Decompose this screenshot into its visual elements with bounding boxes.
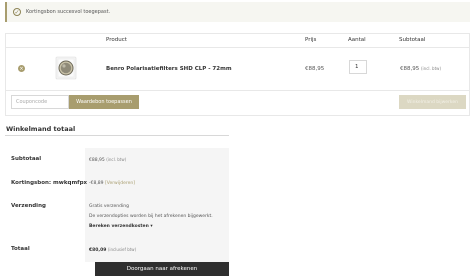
product-subtotal-note: (incl. btw) [421, 66, 441, 71]
apply-coupon-button[interactable]: Waardebon toepassen [69, 95, 139, 109]
shipping-free: Gratis verzending [89, 204, 129, 209]
total-label: Totaal [11, 246, 30, 252]
product-subtotal-value: €88,95 [400, 66, 420, 72]
header-price: Prijs [305, 37, 317, 43]
check-circle-icon: ✓ [13, 8, 21, 16]
success-notice: ✓ Kortingsbon succesvol toegepast. [5, 2, 470, 22]
checkout-button[interactable]: Doorgaan naar afrekenen [95, 262, 229, 276]
table-row: × Benro Polarisatiefilters SHD CLP - 72m… [6, 48, 469, 91]
total-value: €80,09 [89, 248, 107, 253]
subtotal-value: €88,95 [89, 158, 105, 163]
cart-totals: Subtotaal €88,95 (incl. btw) Kortingsbon… [5, 148, 229, 262]
total-value-cell: €80,09 (inclusief btw) [89, 247, 136, 253]
product-price: €88,95 [305, 66, 325, 72]
caret-down-icon: ▾ [150, 224, 153, 229]
subtotal-value-cell: €88,95 (incl. btw) [89, 157, 126, 163]
header-subtotal: Subtotaal [399, 37, 426, 43]
coupon-input[interactable]: Couponcode [11, 95, 69, 109]
shipping-label: Verzending [11, 203, 46, 209]
divider [5, 135, 229, 136]
header-quantity: Aantal [348, 37, 366, 43]
coupon-value: -€8,89 [89, 181, 104, 186]
product-subtotal: €88,95 (incl. btw) [400, 66, 441, 72]
remove-icon[interactable]: × [18, 65, 25, 72]
product-name[interactable]: Benro Polarisatiefilters SHD CLP - 72mm [106, 66, 232, 72]
update-cart-button[interactable]: Winkelmand bijwerken [399, 95, 466, 109]
cart-table-header: Product Prijs Aantal Subtotaal [6, 34, 469, 48]
calculate-shipping-label: Bereken verzendkosten [89, 224, 149, 229]
calculate-shipping-link[interactable]: Bereken verzendkosten ▾ [89, 224, 153, 229]
header-product: Product [106, 37, 127, 43]
subtotal-note: (incl. btw) [106, 157, 127, 162]
product-thumbnail[interactable] [51, 52, 81, 84]
cart-actions: Couponcode Waardebon toepassen Winkelman… [6, 90, 469, 116]
coupon-label: Kortingsbon: mwkqmfpx [11, 180, 88, 186]
shipping-note: De verzendopties worden bij het afrekene… [89, 214, 213, 219]
quantity-input[interactable]: 1 [349, 60, 367, 74]
notice-text: Kortingsbon succesvol toegepast. [26, 9, 111, 15]
cart-table: Product Prijs Aantal Subtotaal × Benro P… [5, 33, 470, 116]
total-note: (inclusief btw) [107, 247, 137, 252]
subtotal-label: Subtotaal [11, 156, 42, 162]
cart-totals-title: Winkelmand totaal [6, 125, 76, 133]
remove-coupon-link[interactable]: [Verwijderen] [105, 181, 135, 186]
coupon-value-cell: -€8,89 [Verwijderen] [89, 181, 135, 186]
